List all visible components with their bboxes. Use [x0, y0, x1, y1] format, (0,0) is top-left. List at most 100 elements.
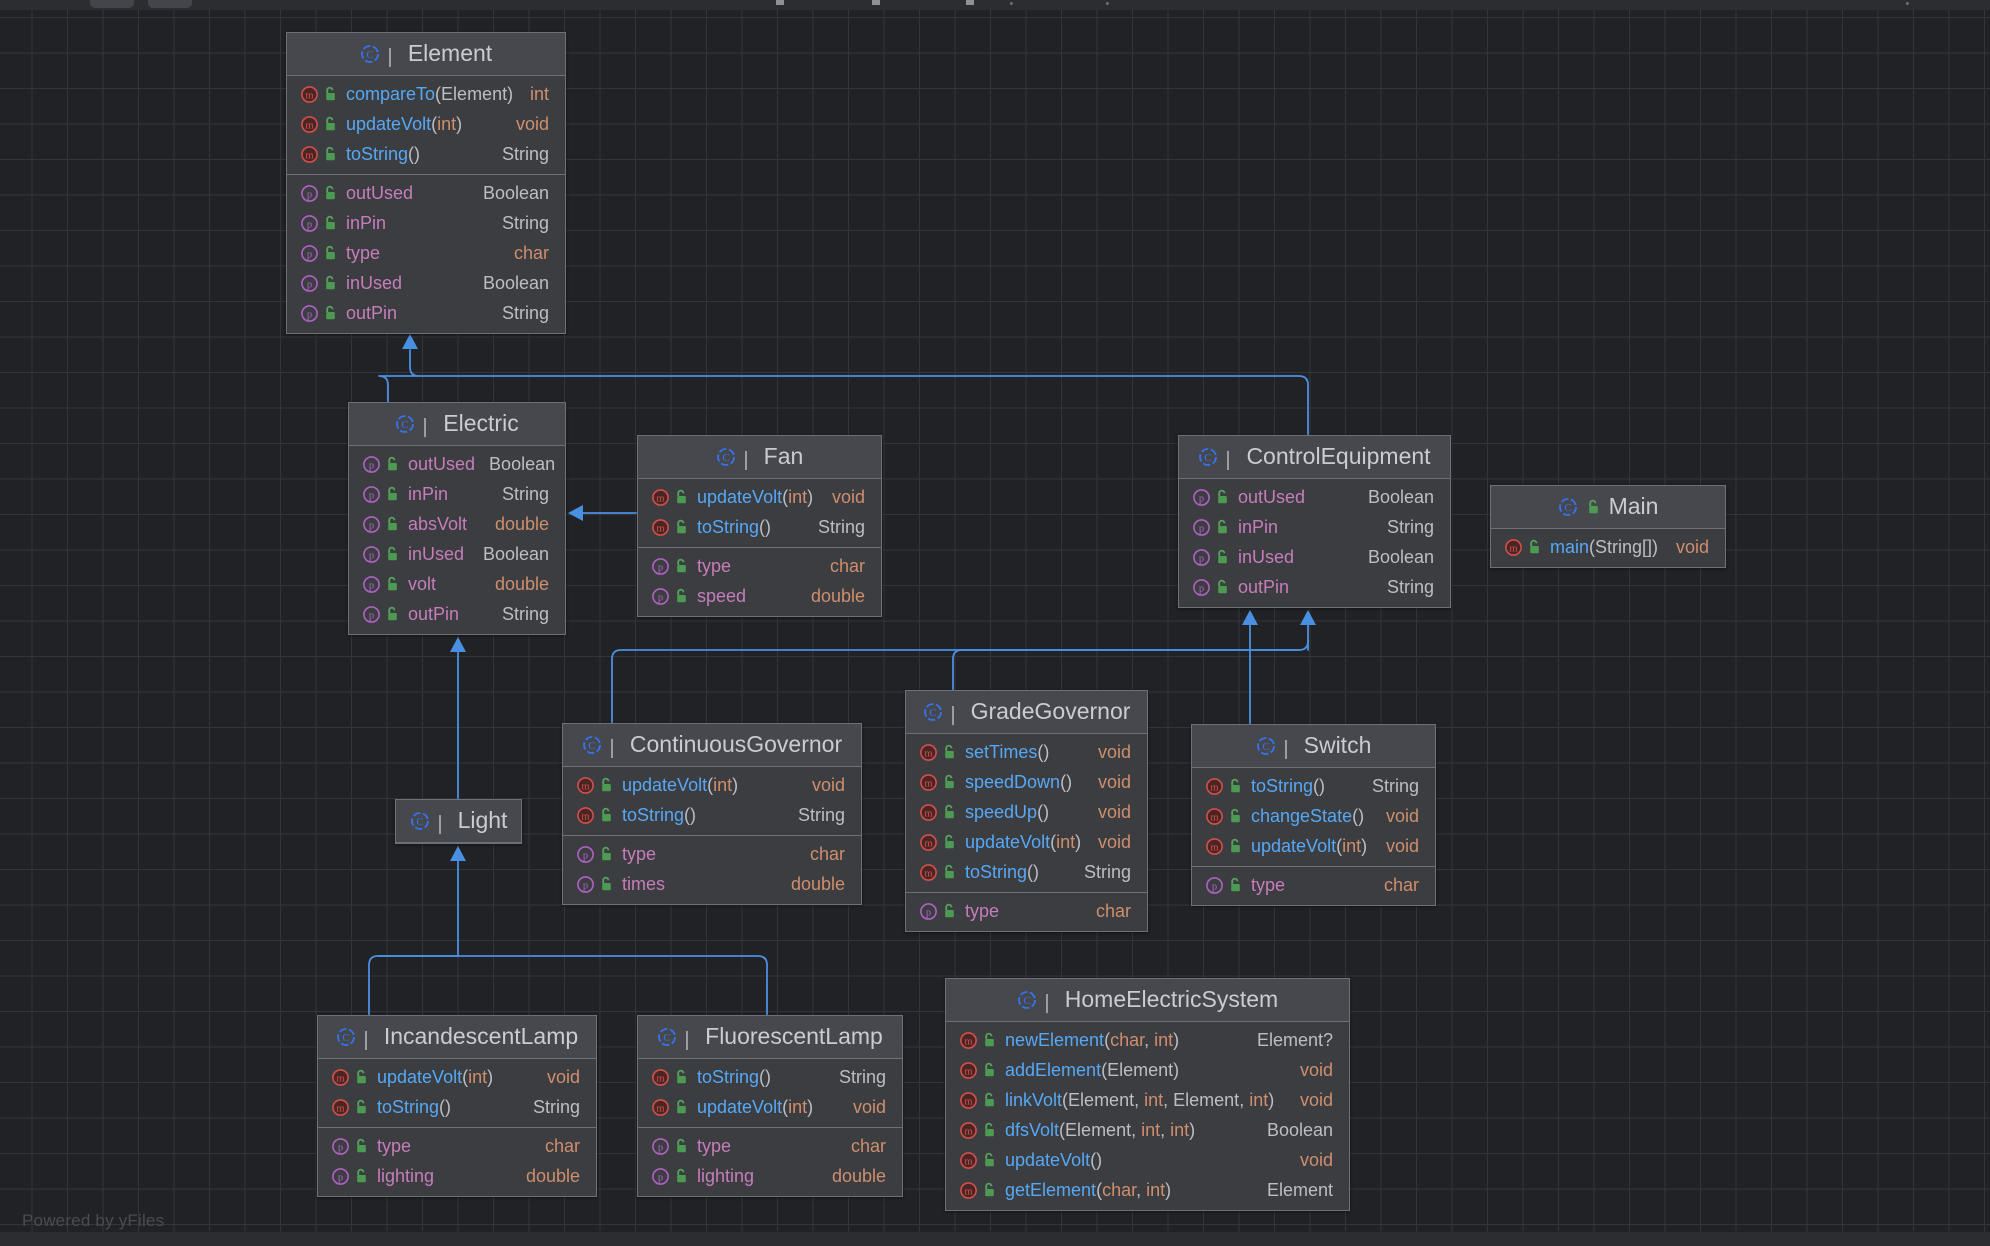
class-node-header[interactable]: C Light — [396, 800, 521, 843]
toolbar-icon-2[interactable] — [872, 0, 880, 5]
class-node-header[interactable]: C Main — [1491, 486, 1725, 529]
class-member[interactable]: m newElement (char, int) Element? — [946, 1025, 1349, 1055]
class-node-homeelectricsystem[interactable]: C HomeElectricSystem m newElement (char, int… — [945, 978, 1350, 1211]
class-node-header[interactable]: C FluorescentLamp — [638, 1016, 902, 1059]
class-member[interactable]: m setTimes() void — [906, 737, 1147, 767]
class-member[interactable]: m toString() String — [638, 1062, 902, 1092]
unlocked-padlock-icon — [983, 1122, 996, 1138]
member-type: void — [1097, 802, 1131, 822]
toolbar-button-1[interactable] — [90, 0, 134, 8]
class-member[interactable]: p outPin String — [1179, 572, 1450, 602]
class-node-light[interactable]: C Light — [395, 799, 522, 844]
class-member[interactable]: p type char — [638, 1131, 902, 1161]
class-member[interactable]: m linkVolt (Element, int, Element, int) voi… — [946, 1085, 1349, 1115]
class-member[interactable]: m updateVolt (int) void — [906, 827, 1147, 857]
class-member[interactable]: p absVolt double — [349, 509, 565, 539]
class-node-fluorescentlamp[interactable]: C FluorescentLamp m toString() String m update… — [637, 1015, 903, 1197]
method-icon: m — [1205, 837, 1224, 856]
class-node-electric[interactable]: C Electric p outUsed Boolean p inPin String p abs… — [348, 402, 566, 635]
class-member[interactable]: m getElement (char, int) Element — [946, 1175, 1349, 1205]
class-node-main[interactable]: C Main m main (String[]) void — [1490, 485, 1726, 568]
class-member[interactable]: p inPin String — [349, 479, 565, 509]
class-name: Electric — [443, 410, 519, 436]
class-node-header[interactable]: C ControlEquipment — [1179, 436, 1450, 479]
package-private-square-icon — [1284, 739, 1295, 759]
class-member[interactable]: p volt double — [349, 569, 565, 599]
class-member[interactable]: m changeState() void — [1192, 801, 1435, 831]
class-member[interactable]: p type char — [287, 238, 565, 268]
member-params: () — [1090, 1150, 1103, 1170]
class-member[interactable]: p inPin String — [287, 208, 565, 238]
class-member[interactable]: p outPin String — [349, 599, 565, 629]
class-member[interactable]: m updateVolt (int) void — [638, 1092, 902, 1122]
unlocked-padlock-icon — [324, 185, 337, 201]
class-member[interactable]: m speedUp() void — [906, 797, 1147, 827]
class-member[interactable]: m updateVolt() void — [946, 1145, 1349, 1175]
class-member[interactable]: p type char — [318, 1131, 596, 1161]
class-member[interactable]: m compareTo (Element) int — [287, 79, 565, 109]
class-node-header[interactable]: C IncandescentLamp — [318, 1016, 596, 1059]
class-member[interactable]: p outPin String — [287, 298, 565, 328]
class-node-element[interactable]: C Element m compareTo (Element) int m updateVol… — [286, 32, 566, 334]
class-member[interactable]: p speed double — [638, 581, 881, 611]
unlocked-padlock-icon — [1528, 539, 1541, 555]
class-node-fan[interactable]: C Fan m updateVolt (int) void m toString() Strin… — [637, 435, 882, 617]
class-node-header[interactable]: C Fan — [638, 436, 881, 479]
class-member[interactable]: p type char — [563, 839, 861, 869]
class-member[interactable]: p outUsed Boolean — [1179, 482, 1450, 512]
class-node-continuousgovernor[interactable]: C ContinuousGovernor m updateVolt (int) void m… — [562, 723, 862, 905]
class-member[interactable]: p inUsed Boolean — [349, 539, 565, 569]
diagram-canvas[interactable]: C Element m compareTo (Element) int m updateVol… — [0, 10, 1990, 1232]
class-node-gradegovernor[interactable]: C GradeGovernor m setTimes() void m speedDown(… — [905, 690, 1148, 932]
class-member[interactable]: p lighting double — [638, 1161, 902, 1191]
class-node-header[interactable]: C Electric — [349, 403, 565, 446]
class-member[interactable]: p times double — [563, 869, 861, 899]
class-member[interactable]: m toString() String — [906, 857, 1147, 887]
class-member[interactable]: p inUsed Boolean — [1179, 542, 1450, 572]
toolbar-icon-1[interactable] — [776, 0, 784, 5]
member-type: char — [829, 556, 865, 576]
member-property-name: outUsed — [408, 454, 476, 474]
member-icons: p — [362, 515, 399, 534]
svg-text:m: m — [656, 1073, 664, 1084]
svg-text:m: m — [964, 1096, 972, 1107]
class-member[interactable]: p type char — [638, 551, 881, 581]
class-node-switch[interactable]: C Switch m toString() String m changeState() vo… — [1191, 724, 1436, 906]
class-node-header[interactable]: C Element — [287, 33, 565, 76]
toolbar-button-2[interactable] — [148, 0, 192, 8]
class-member[interactable]: m updateVolt (int) void — [318, 1062, 596, 1092]
member-type: double — [831, 1166, 886, 1186]
class-member[interactable]: p inUsed Boolean — [287, 268, 565, 298]
member-type: Element? — [1256, 1030, 1333, 1050]
class-member[interactable]: p type char — [906, 896, 1147, 926]
property-icon: p — [362, 455, 381, 474]
class-member[interactable]: m addElement (Element) void — [946, 1055, 1349, 1085]
class-node-header[interactable]: C ContinuousGovernor — [563, 724, 861, 767]
class-member[interactable]: p type char — [1192, 870, 1435, 900]
member-property-name: type — [697, 556, 732, 576]
class-member[interactable]: m speedDown() void — [906, 767, 1147, 797]
class-node-header[interactable]: C HomeElectricSystem — [946, 979, 1349, 1022]
class-member[interactable]: m updateVolt (int) void — [638, 482, 881, 512]
class-member[interactable]: m updateVolt (int) void — [1192, 831, 1435, 861]
class-member[interactable]: p inPin String — [1179, 512, 1450, 542]
class-node-incandescentlamp[interactable]: C IncandescentLamp m updateVolt (int) void m to… — [317, 1015, 597, 1197]
class-node-header[interactable]: C Switch — [1192, 725, 1435, 768]
class-member[interactable]: m updateVolt (int) void — [287, 109, 565, 139]
class-member[interactable]: m toString() String — [563, 800, 861, 830]
class-member[interactable]: m toString() String — [318, 1092, 596, 1122]
class-member[interactable]: m toString() String — [287, 139, 565, 169]
class-member[interactable]: p lighting double — [318, 1161, 596, 1191]
class-member[interactable]: m toString() String — [638, 512, 881, 542]
class-member[interactable]: p outUsed Boolean — [287, 178, 565, 208]
class-node-header[interactable]: C GradeGovernor — [906, 691, 1147, 734]
class-member[interactable]: m toString() String — [1192, 771, 1435, 801]
class-member[interactable]: m updateVolt (int) void — [563, 770, 861, 800]
class-member[interactable]: m main (String[]) void — [1491, 532, 1725, 562]
toolbar-icon-3[interactable] — [966, 0, 974, 5]
svg-text:p: p — [307, 309, 312, 320]
class-member[interactable]: m dfsVolt (Element, int, int) Boolean — [946, 1115, 1349, 1145]
member-property-name: lighting — [697, 1166, 755, 1186]
class-member[interactable]: p outUsed Boolean — [349, 449, 565, 479]
class-node-controlequipment[interactable]: C ControlEquipment p outUsed Boolean p inPin St… — [1178, 435, 1451, 608]
